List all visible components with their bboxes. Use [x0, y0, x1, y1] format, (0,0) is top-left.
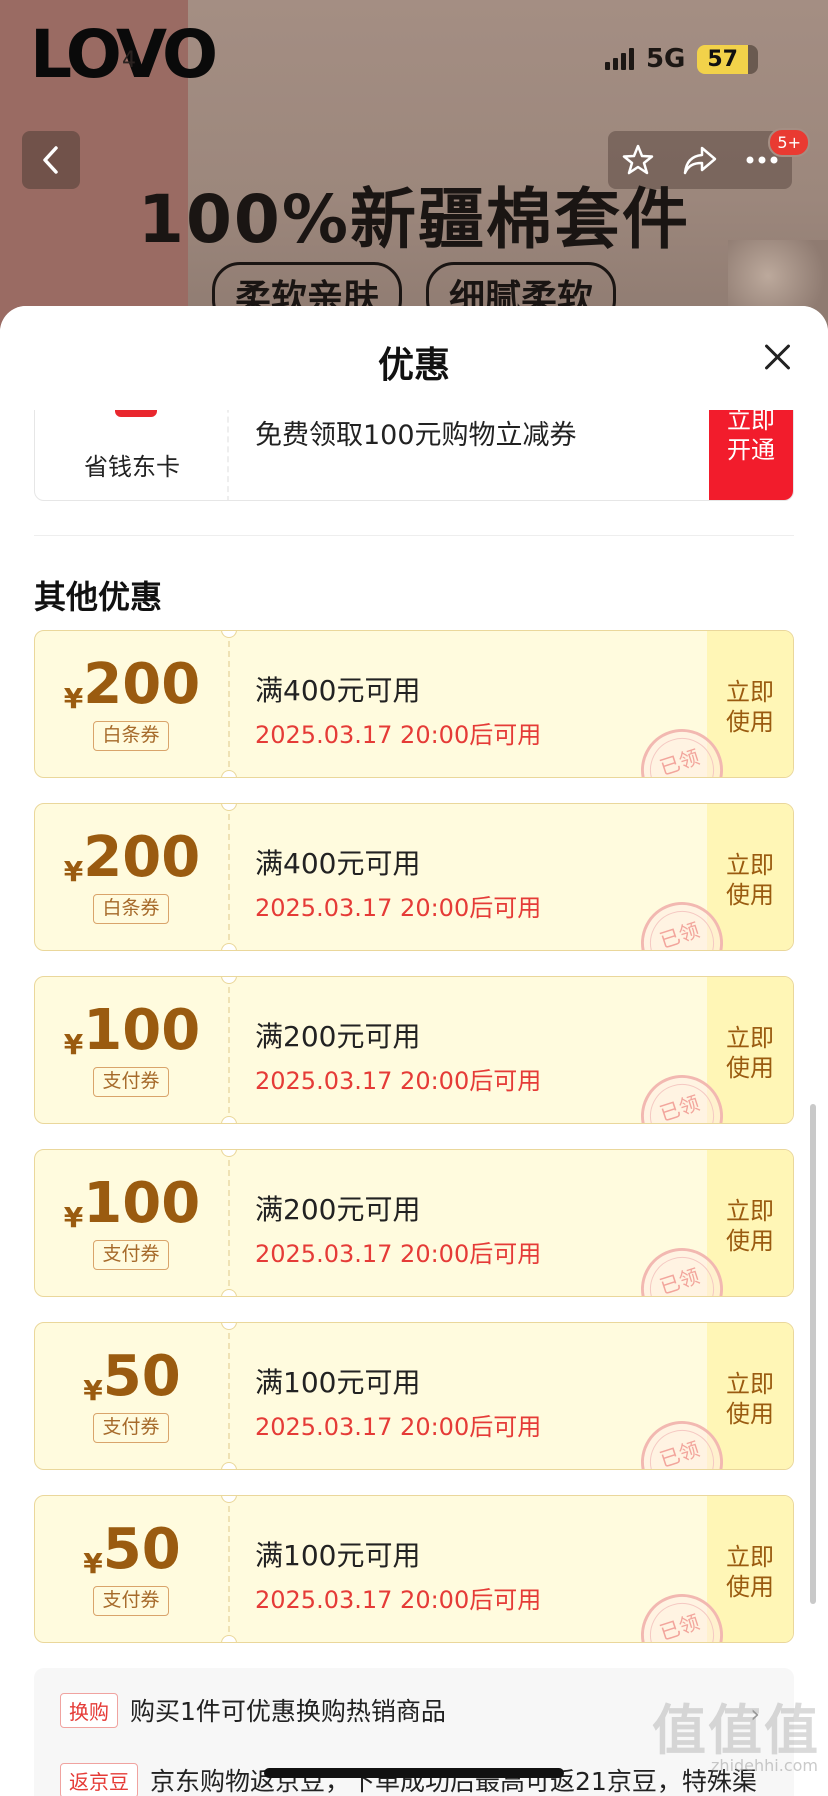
coupon-valid-date: 2025.03.17 20:00后可用 [255, 1413, 542, 1441]
coupon-notch [221, 1289, 237, 1296]
coupon-notch [221, 770, 237, 777]
coupon-card: ¥100 支付券 满200元可用 2025.03.17 20:00后可用 立即使… [34, 1149, 794, 1297]
coupon-card: ¥50 支付券 满100元可用 2025.03.17 20:00后可用 立即 使用… [34, 1495, 794, 1643]
coupon-notch [221, 1496, 237, 1503]
coupon-list: ¥200 白条券 满400元可用 2025.03.17 20:00后可用 立即使… [34, 630, 794, 1668]
coupon-card: ¥200 白条券 满400元可用 2025.03.17 20:00后可用 立即使… [34, 630, 794, 778]
coupon-amount: ¥50 [35, 1349, 229, 1405]
coupon-value: 50 [102, 1517, 181, 1582]
coupon-condition: 满100元可用 [255, 1366, 421, 1399]
use-now-label: 立即 使用 [726, 1370, 774, 1428]
coupon-condition: 满200元可用 [255, 1020, 421, 1053]
watermark-url: zhidehhi.com [711, 1756, 818, 1775]
coupon-value: 100 [83, 998, 201, 1063]
sheet-title-overlay: 优惠 [377, 345, 450, 386]
coupon-amount: ¥100 [35, 1003, 229, 1059]
currency-symbol: ¥ [63, 855, 84, 888]
signal-icon [604, 48, 634, 70]
coupon-type-badge: 支付券 [93, 1586, 169, 1616]
coupon-type-badge: 白条券 [93, 894, 169, 924]
coupon-notch [221, 1150, 237, 1157]
home-indicator [264, 1768, 564, 1778]
coupon-valid-date: 2025.03.17 20:00后可用 [255, 1586, 542, 1614]
coupon-type-badge: 支付券 [93, 1240, 169, 1270]
watermark-logo: 值值值 [652, 1699, 820, 1762]
savings-card-name: 省钱东卡 [84, 453, 180, 481]
coupon-condition: 满400元可用 [255, 674, 421, 707]
currency-symbol: ¥ [83, 1374, 103, 1407]
close-button[interactable] [762, 342, 792, 372]
coupon-valid-date: 2025.03.17 20:00后可用 [255, 1240, 542, 1268]
coupon-valid-date: 2025.03.17 20:00后可用 [255, 721, 542, 749]
coupon-type-badge: 支付券 [93, 1067, 169, 1097]
use-now-label: 立即 使用 [726, 1543, 774, 1601]
discount-sheet: 优惠 省钱东卡 免费领取100元购物立减券 立即开通 优惠 其他优惠 ¥200 … [0, 306, 828, 1796]
offer-text: 购买1件可优惠换购热销商品 [130, 1697, 446, 1726]
use-now-label: 立即 使用 [726, 851, 774, 909]
coupon-notch [221, 1462, 237, 1469]
coupon-valid-date: 2025.03.17 20:00后可用 [255, 1067, 542, 1095]
coupon-type-badge: 白条券 [93, 721, 169, 751]
product-title: 100%新疆棉套件 [138, 181, 690, 258]
coupon-condition: 满100元可用 [255, 1539, 421, 1572]
cart-badge: 5+ [768, 128, 810, 157]
coupon-value: 50 [102, 1344, 181, 1409]
use-now-label: 立即 使用 [726, 1024, 774, 1082]
product-page-background: LOVO 4 5G 57 5+ 100%新疆棉套件 柔软亲肤 细腻柔软 [0, 0, 828, 330]
coupon-value: 200 [83, 825, 201, 890]
coupon-value: 100 [83, 1171, 201, 1236]
battery-icon: 57 [697, 44, 758, 74]
use-now-label: 立即 使用 [726, 678, 774, 736]
coupon-type-badge: 支付券 [93, 1413, 169, 1443]
coupon-amount: ¥200 [35, 830, 229, 886]
coupon-valid-date: 2025.03.17 20:00后可用 [255, 894, 542, 922]
savings-card-description: 免费领取100元购物立减券 [255, 420, 577, 451]
offer-tag: 返京豆 [60, 1762, 138, 1796]
offer-tag: 换购 [60, 1692, 118, 1728]
coupon-condition: 满200元可用 [255, 1193, 421, 1226]
status-time: 4 [122, 48, 136, 73]
coupon-card: ¥200 白条券 满400元可用 2025.03.17 20:00后可用 立即使… [34, 803, 794, 951]
coupon-notch [221, 631, 237, 638]
currency-symbol: ¥ [63, 1028, 84, 1061]
section-divider [34, 535, 794, 536]
section-title: 其他优惠 [34, 578, 163, 616]
currency-symbol: ¥ [63, 1201, 84, 1234]
coupon-card: ¥50 支付券 满100元可用 2025.03.17 20:00后可用 立即 使用… [34, 1322, 794, 1470]
coupon-notch [221, 943, 237, 950]
coupon-amount: ¥100 [35, 1176, 229, 1232]
coupon-notch [221, 1635, 237, 1642]
scrollbar[interactable] [810, 1104, 816, 1604]
coupon-card: ¥100 支付券 满200元可用 2025.03.17 20:00后可用 立即使… [34, 976, 794, 1124]
coupon-notch [221, 1323, 237, 1330]
use-now-label: 立即 使用 [726, 1197, 774, 1255]
more-icon[interactable] [745, 155, 779, 165]
currency-symbol: ¥ [83, 1547, 103, 1580]
coupon-notch [221, 1116, 237, 1123]
network-label: 5G [645, 44, 686, 74]
coupon-notch [221, 977, 237, 984]
coupon-amount: ¥200 [35, 657, 229, 713]
coupon-condition: 满400元可用 [255, 847, 421, 880]
status-bar-right: 5G 57 [604, 44, 758, 74]
currency-symbol: ¥ [63, 682, 84, 715]
coupon-amount: ¥50 [35, 1522, 229, 1578]
coupon-notch [221, 804, 237, 811]
coupon-value: 200 [83, 652, 201, 717]
